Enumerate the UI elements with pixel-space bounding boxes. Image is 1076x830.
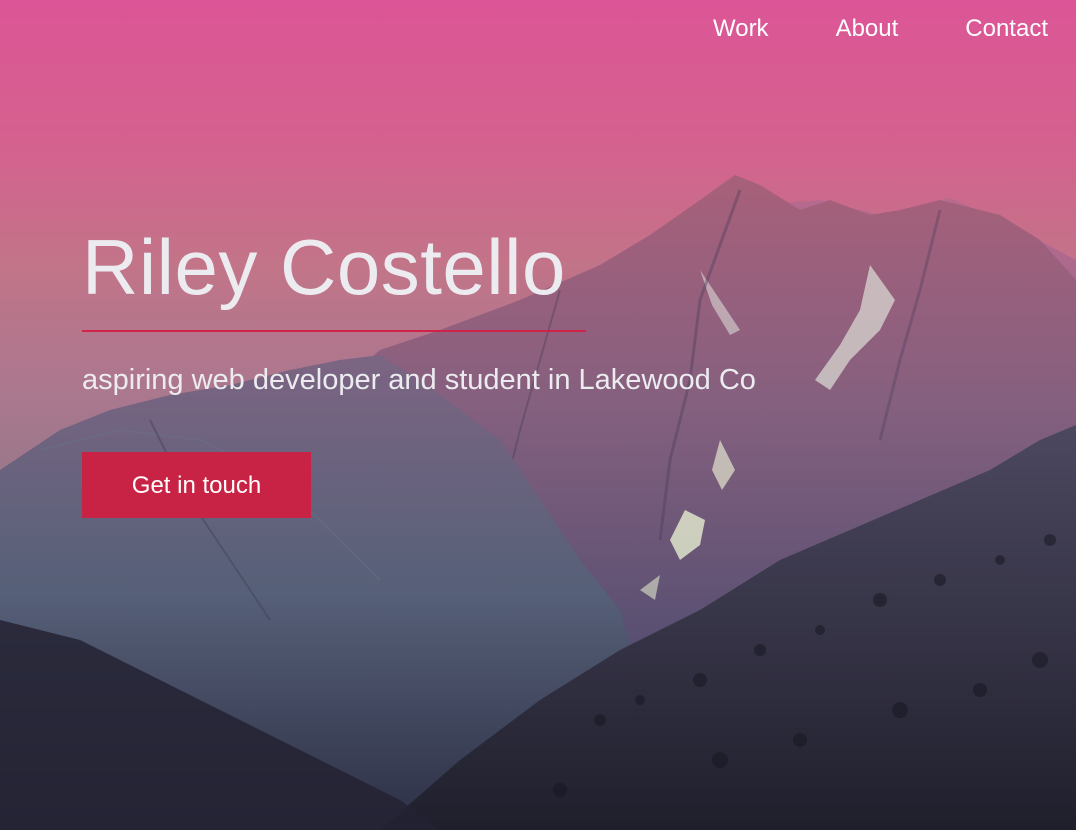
get-in-touch-button[interactable]: Get in touch <box>82 452 311 518</box>
nav-link-about[interactable]: About <box>836 17 899 41</box>
hero-content: Riley Costello aspiring web developer an… <box>82 222 802 518</box>
hero-tagline: aspiring web developer and student in La… <box>82 364 756 396</box>
nav-link-contact[interactable]: Contact <box>965 17 1048 41</box>
nav-link-work[interactable]: Work <box>713 17 769 41</box>
hero-section: Work About Contact Riley Costello aspiri… <box>0 0 1076 830</box>
page-title: Riley Costello <box>82 223 566 311</box>
title-divider <box>82 330 586 332</box>
top-nav: Work About Contact <box>646 0 1076 58</box>
